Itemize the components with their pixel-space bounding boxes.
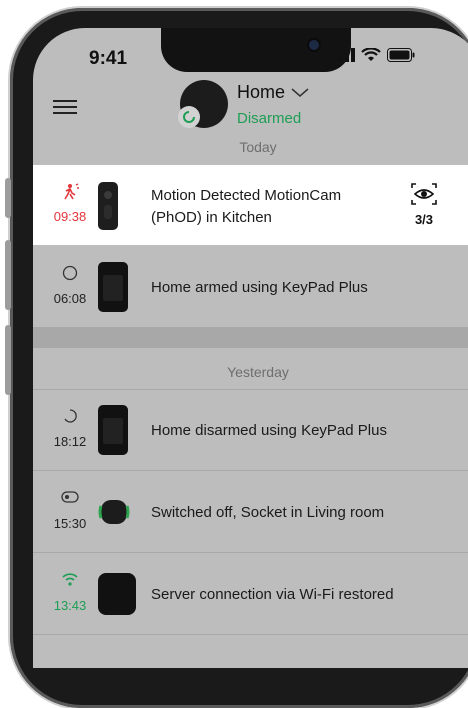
- event-time: 18:12: [53, 434, 87, 449]
- event-time: 06:08: [53, 291, 87, 306]
- socket-off-icon: [55, 490, 85, 508]
- chevron-down-icon: [291, 87, 309, 97]
- event-description: Home armed using KeyPad Plus: [151, 279, 368, 296]
- menu-button[interactable]: [53, 96, 77, 118]
- status-icons: [333, 48, 415, 62]
- wifi-status-icon: [361, 48, 381, 61]
- event-description: Server connection via Wi-Fi restored: [151, 586, 394, 603]
- event-time: 13:43: [53, 598, 87, 613]
- eye-icon: [411, 183, 437, 205]
- side-button: [5, 178, 11, 218]
- hub-device-icon: [97, 572, 137, 621]
- event-description: Motion Detected MotionCam (PhOD) in Kitc…: [151, 185, 341, 229]
- event-description: Home disarmed using KeyPad Plus: [151, 422, 387, 439]
- disarmed-status-icon: [178, 106, 200, 128]
- hub-avatar[interactable]: [178, 80, 228, 128]
- hub-name: Home: [237, 82, 286, 102]
- hub-selector[interactable]: Home: [237, 82, 309, 103]
- signal-icon: [333, 48, 355, 62]
- notch: [161, 28, 351, 72]
- front-camera: [309, 40, 319, 50]
- event-time: 15:30: [53, 516, 87, 531]
- socket-device-icon: [97, 496, 131, 533]
- event-row-disarmed[interactable]: 18:12 Home disarmed using KeyPad Plus: [33, 390, 468, 471]
- event-row-armed[interactable]: 06:08 Home armed using KeyPad Plus: [33, 247, 468, 328]
- volume-down-button: [5, 325, 11, 395]
- event-description: Switched off, Socket in Living room: [151, 504, 385, 521]
- disarmed-arc-icon: [55, 408, 85, 426]
- event-row-motion[interactable]: 09:38 Motion Detected MotionCam (PhOD) i…: [33, 165, 468, 245]
- keypad-device-icon: [97, 261, 129, 318]
- section-today: Today: [239, 139, 277, 155]
- armed-circle-icon: [55, 265, 85, 283]
- section-yesterday: Yesterday: [227, 364, 289, 380]
- motioncam-device-icon: [97, 181, 119, 236]
- volume-up-button: [5, 240, 11, 310]
- status-time: 9:41: [89, 48, 128, 69]
- event-text-line-1: Motion Detected MotionCam: [151, 187, 342, 204]
- status-bar: 9:41: [33, 28, 468, 84]
- event-row-wifi[interactable]: 13:43 Server connection via Wi-Fi restor…: [33, 554, 468, 635]
- event-time: 09:38: [53, 209, 87, 224]
- battery-icon: [387, 48, 415, 62]
- motion-alert-icon: [55, 183, 85, 201]
- hub-state: Disarmed: [237, 110, 302, 127]
- event-text-line-2: (PhOD) in Kitchen: [151, 209, 272, 226]
- event-row-socket[interactable]: 15:30 Switched off, Socket in Living roo…: [33, 472, 468, 553]
- day-separator: [33, 328, 468, 348]
- keypad-device-icon: [97, 404, 129, 461]
- view-photos-button[interactable]: 3/3: [411, 183, 437, 227]
- wifi-icon: [55, 572, 85, 590]
- photo-count: 3/3: [414, 212, 434, 227]
- app-screen: 9:41 Home Disarmed Today 09:38 Motion De…: [33, 28, 468, 668]
